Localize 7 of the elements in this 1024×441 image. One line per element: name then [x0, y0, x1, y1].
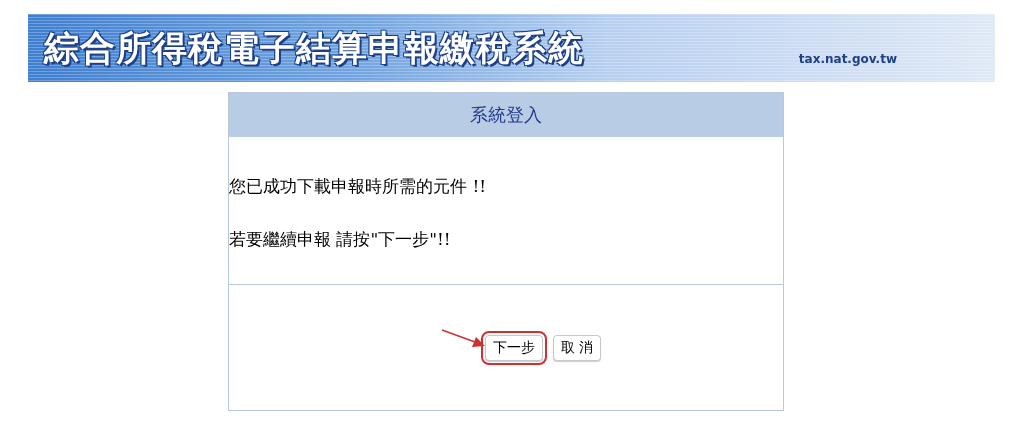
message-text: 若要繼續申報 請按"下一步"!!	[229, 228, 452, 250]
message-text: 您已成功下載申報時所需的元件 !!	[229, 175, 488, 197]
arrow-annotation-icon	[440, 327, 487, 350]
site-address: tax.nat.gov.tw	[798, 52, 897, 66]
panel-title: 系統登入	[470, 103, 542, 127]
dialog-button[interactable]: 取 消	[552, 334, 602, 361]
banner-title: 綜合所得稅電子結算申報繳稅系統	[44, 26, 584, 70]
